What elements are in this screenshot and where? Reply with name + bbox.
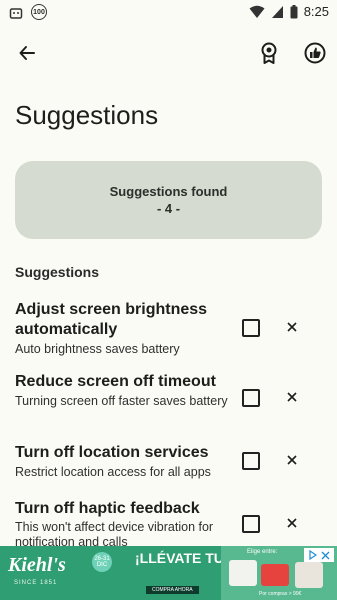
ad-banner[interactable]: Kiehl's SINCE 1851 26-31 DIC ¡LLÉVATE TU…: [0, 546, 337, 600]
award-button[interactable]: [256, 40, 282, 66]
battery-icon: [290, 4, 298, 18]
suggestion-subtitle: Restrict location access for all apps: [15, 465, 211, 479]
suggestion-title: Turn off haptic feedback: [15, 500, 200, 517]
suggestion-title: Reduce screen off timeout: [15, 373, 216, 390]
close-icon: [287, 455, 297, 465]
page-title: Suggestions: [15, 100, 159, 130]
ad-cta-button[interactable]: COMPRA AHORA: [146, 586, 199, 594]
close-icon: [287, 322, 297, 332]
suggestion-title: Adjust screen brightness automatically: [15, 301, 208, 338]
back-button[interactable]: [14, 40, 40, 66]
close-icon: [287, 518, 297, 528]
ad-brand-logo: Kiehl's: [8, 554, 66, 576]
gift-icon: [9, 8, 23, 19]
ad-choose-label: Elige entre:: [247, 549, 278, 555]
dismiss-button[interactable]: [285, 516, 299, 530]
section-header: Suggestions: [15, 264, 100, 280]
suggestion-checkbox[interactable]: [242, 515, 260, 533]
suggestions-found-card: Suggestions found - 4 -: [15, 161, 322, 239]
ad-condition-label: Por compras > 99€: [259, 591, 302, 597]
dismiss-button[interactable]: [285, 320, 299, 334]
ad-product-image: [261, 564, 289, 586]
suggestion-checkbox[interactable]: [242, 452, 260, 470]
ad-product-image: [295, 562, 323, 588]
suggestion-title: Turn off location services: [15, 444, 209, 461]
thumbs-up-button[interactable]: [302, 40, 328, 66]
app-bar: [0, 36, 337, 70]
dismiss-button[interactable]: [285, 390, 299, 404]
signal-icon: [271, 5, 283, 18]
suggestion-subtitle: Auto brightness saves battery: [15, 342, 180, 356]
award-icon: [261, 42, 277, 64]
suggestion-checkbox[interactable]: [242, 319, 260, 337]
suggestion-subtitle: Turning screen off faster saves battery: [15, 394, 228, 408]
ad-choices-button[interactable]: [304, 548, 334, 562]
suggestions-found-label: Suggestions found: [109, 184, 228, 199]
thumbs-up-icon: [304, 42, 326, 64]
status-time: 8:25: [303, 4, 329, 19]
ad-brand-since: SINCE 1851: [14, 580, 58, 586]
ad-info-icon: [308, 550, 317, 560]
ad-product-image: [229, 560, 257, 586]
close-icon: [287, 392, 297, 402]
suggestions-found-count: - 4 -: [156, 201, 181, 216]
wifi-icon: [249, 5, 265, 18]
badge-icon: 100: [31, 4, 47, 20]
status-bar: 100 8:25: [0, 0, 337, 24]
back-arrow-icon: [19, 46, 35, 60]
ad-date-sticker: 26-31 DIC: [92, 552, 112, 572]
suggestion-checkbox[interactable]: [242, 389, 260, 407]
ad-close-icon: [321, 551, 329, 559]
dismiss-button[interactable]: [285, 453, 299, 467]
